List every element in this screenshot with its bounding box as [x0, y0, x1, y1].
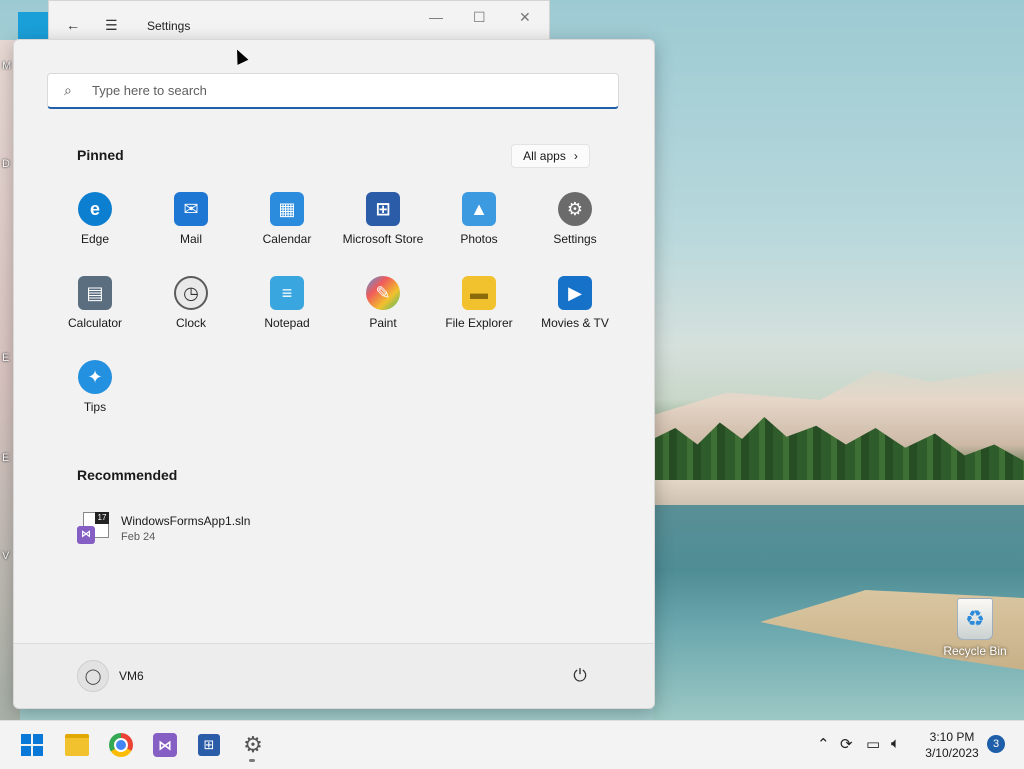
search-icon: ⌕	[64, 82, 72, 98]
file-explorer-icon: ▬	[462, 276, 496, 310]
desktop-icon-label-fragment: E	[2, 452, 10, 464]
active-app-indicator	[249, 759, 255, 762]
pinned-app-edge[interactable]: e Edge	[47, 188, 143, 268]
pinned-app-label: Microsoft Store	[342, 232, 424, 246]
pinned-app-clock[interactable]: ◷ Clock	[143, 272, 239, 352]
tips-icon: ✦	[78, 360, 112, 394]
pinned-app-label: Mail	[179, 232, 202, 246]
visual-studio-taskbar-icon[interactable]: ⋈	[149, 729, 181, 761]
file-explorer-taskbar-icon[interactable]	[61, 729, 93, 761]
pinned-app-label: Movies & TV	[541, 316, 609, 330]
clock-time: 3:10 PM	[929, 730, 975, 744]
recommended-heading: Recommended	[77, 467, 178, 483]
desktop-icon-label-fragment: M	[2, 60, 12, 72]
hamburger-menu-icon[interactable]: ☰	[105, 17, 118, 34]
pinned-app-label: Clock	[175, 316, 206, 330]
close-icon[interactable]: ✕	[519, 9, 531, 26]
all-apps-button[interactable]: All apps ›	[511, 144, 590, 168]
start-menu: ⌕ Pinned All apps › e Edge ✉ Mail ▦ Cale…	[13, 39, 655, 709]
network-icon[interactable]: ▭	[866, 735, 880, 753]
paint-icon: ✎	[366, 276, 400, 310]
settings-taskbar-icon[interactable]: ⚙	[237, 729, 269, 761]
volume-icon[interactable]: 🔈︎	[891, 735, 900, 752]
taskbar: ⋈ ⊞ ⚙ ⌃ ⟳ ▭ 🔈︎ 3:10 PM 3/10/2023	[0, 720, 1024, 769]
pinned-app-label: Edge	[80, 232, 110, 246]
recommended-item-name: WindowsFormsApp1.sln	[121, 514, 251, 528]
chrome-taskbar-icon[interactable]	[105, 729, 137, 761]
back-arrow-icon[interactable]: ←	[66, 17, 80, 33]
version-badge: 17	[95, 512, 109, 524]
microsoft-store-taskbar-icon[interactable]: ⊞	[193, 729, 225, 761]
pinned-app-label: Calculator	[67, 316, 123, 330]
recommended-item-date: Feb 24	[121, 531, 156, 543]
all-apps-label: All apps	[523, 149, 566, 163]
chrome-icon	[109, 733, 133, 757]
start-search-box[interactable]: ⌕	[47, 73, 619, 109]
minimize-icon[interactable]: —	[429, 9, 443, 25]
maximize-icon[interactable]: ☐	[473, 9, 486, 26]
pinned-app-file-explorer[interactable]: ▬ File Explorer	[431, 272, 527, 352]
pinned-heading: Pinned	[77, 147, 124, 163]
recommended-item[interactable]: 17 ⋈ WindowsFormsApp1.sln Feb 24	[77, 510, 337, 550]
movies-tv-icon: ▶	[558, 276, 592, 310]
user-name: VM6	[119, 669, 144, 683]
search-input[interactable]	[90, 82, 618, 99]
pinned-app-label: Tips	[83, 400, 107, 414]
sync-status-icon[interactable]: ⟳	[840, 735, 853, 753]
clock-date-display[interactable]: 3:10 PM 3/10/2023	[920, 729, 984, 761]
calendar-icon: ▦	[270, 192, 304, 226]
user-avatar-icon: ◯	[77, 660, 109, 692]
photos-icon: ▲	[462, 192, 496, 226]
pinned-app-label: Calendar	[262, 232, 312, 246]
clock-date: 3/10/2023	[925, 746, 979, 760]
chevron-right-icon: ›	[573, 149, 578, 163]
pinned-app-microsoft-store[interactable]: ⊞ Microsoft Store	[335, 188, 431, 268]
recycle-bin-icon: ♻	[957, 598, 993, 640]
recycle-bin-label: Recycle Bin	[943, 644, 1007, 658]
visual-studio-solution-icon: 17 ⋈	[77, 512, 109, 546]
folder-icon	[65, 734, 89, 756]
settings-window-title: Settings	[147, 19, 191, 33]
windows-logo-icon	[21, 734, 43, 756]
pinned-app-photos[interactable]: ▲ Photos	[431, 188, 527, 268]
pinned-app-notepad[interactable]: ≡ Notepad	[239, 272, 335, 352]
pinned-app-calculator[interactable]: ▤ Calculator	[47, 272, 143, 352]
mail-icon: ✉	[174, 192, 208, 226]
pinned-app-calendar[interactable]: ▦ Calendar	[239, 188, 335, 268]
pinned-app-tips[interactable]: ✦ Tips	[47, 356, 143, 436]
desktop-icon-label-fragment: V	[2, 550, 10, 562]
store-bag-icon: ⊞	[198, 734, 220, 756]
start-menu-footer: ◯ VM6 ⏻	[14, 643, 654, 708]
visual-studio-icon: ⋈	[153, 733, 177, 757]
pinned-app-settings[interactable]: ⚙ Settings	[527, 188, 623, 268]
chevron-up-icon[interactable]: ⌃	[817, 735, 830, 753]
desktop-icon-label-fragment: D	[2, 158, 10, 170]
clock-icon: ◷	[174, 276, 208, 310]
notification-badge[interactable]: 3	[987, 735, 1005, 753]
settings-gear-icon: ⚙	[558, 192, 592, 226]
user-account-button[interactable]: ◯ VM6	[77, 660, 144, 692]
desktop-icon-label-fragment: E	[2, 352, 10, 364]
start-button[interactable]	[16, 729, 48, 761]
settings-gear-icon: ⚙	[243, 732, 263, 757]
notepad-icon: ≡	[270, 276, 304, 310]
pinned-app-movies-tv[interactable]: ▶ Movies & TV	[527, 272, 623, 352]
pinned-app-label: Settings	[553, 232, 597, 246]
edge-icon: e	[78, 192, 112, 226]
pinned-app-label: Photos	[460, 232, 498, 246]
pinned-app-label: File Explorer	[445, 316, 513, 330]
recycle-bin[interactable]: ♻ Recycle Bin	[943, 598, 1007, 658]
background-window-accent	[18, 12, 48, 40]
power-icon[interactable]: ⏻	[568, 664, 592, 688]
visual-studio-logo-icon: ⋈	[77, 526, 95, 544]
pinned-app-mail[interactable]: ✉ Mail	[143, 188, 239, 268]
calculator-icon: ▤	[78, 276, 112, 310]
store-icon: ⊞	[366, 192, 400, 226]
pinned-app-paint[interactable]: ✎ Paint	[335, 272, 431, 352]
wallpaper-beach	[653, 480, 1024, 508]
pinned-app-label: Paint	[369, 316, 397, 330]
pinned-app-label: Notepad	[264, 316, 310, 330]
